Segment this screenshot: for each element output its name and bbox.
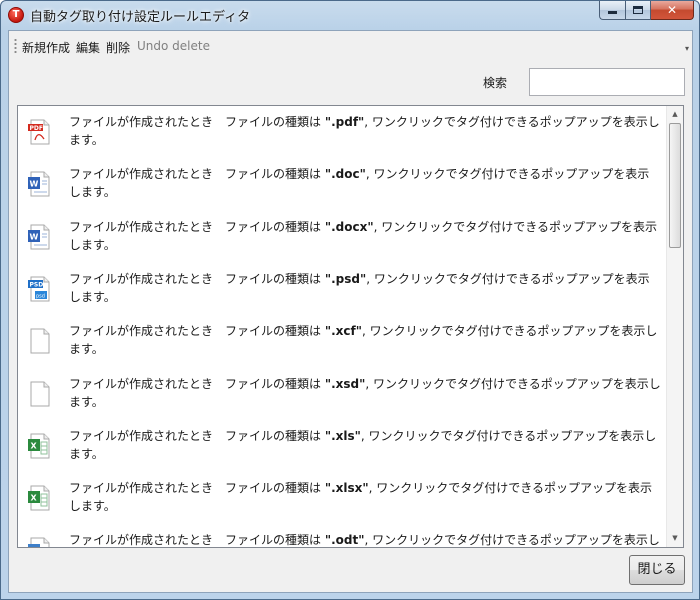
maximize-button[interactable] [625,1,651,20]
rule-condition-text: ファイルが作成されたとき ファイルの種類は [69,481,325,496]
rule-list-item[interactable]: PDF ファイルが作成されたとき ファイルの種類は ".pdf", ワンクリック… [18,110,666,162]
rule-extension: ".xcf" [324,324,362,339]
svg-text:psd: psd [36,293,45,299]
rule-list-item[interactable]: X ファイルが作成されたとき ファイルの種類は ".xlsx", ワンクリックで… [18,476,666,528]
edit-button[interactable]: 編集 [76,39,100,56]
toolbar: 新規作成 編集 削除 Undo delete ▾ [9,31,692,59]
close-icon: ✕ [666,3,678,17]
undo-delete-button[interactable]: Undo delete [137,39,210,53]
svg-text:W: W [30,232,39,241]
blank-file-icon [28,381,52,407]
svg-text:X: X [31,494,38,503]
window-controls: ✕ [599,1,694,21]
rule-list-item[interactable]: ファイルが作成されたとき ファイルの種類は ".xsd", ワンクリックでタグ付… [18,372,666,424]
maximize-icon [633,6,643,14]
window-title: 自動タグ取り付け設定ルールエディタ [30,10,251,25]
photoshop-psd-icon: PSD psd [28,276,52,302]
toolbar-overflow-icon[interactable]: ▾ [685,45,689,53]
rule-condition-text: ファイルが作成されたとき ファイルの種類は [69,324,325,339]
odt-file-icon [28,537,52,547]
scroll-thumb[interactable] [669,123,681,248]
rule-condition-text: ファイルが作成されたとき ファイルの種類は [69,219,325,234]
pdf-file-icon: PDF [28,119,52,145]
svg-text:PDF: PDF [30,125,43,132]
rule-description: ファイルが作成されたとき ファイルの種類は ".psd", ワンクリックでタグ付… [69,270,661,306]
vertical-scrollbar[interactable]: ▲ ▼ [666,106,683,547]
rule-description: ファイルが作成されたとき ファイルの種類は ".xcf", ワンクリックでタグ付… [69,322,661,358]
rule-extension: ".xsd" [324,376,366,391]
search-label: 検索 [483,76,508,90]
rule-list-item[interactable]: ファイルが作成されたとき ファイルの種類は ".odt", ワンクリックでタグ付… [18,528,666,548]
rule-condition-text: ファイルが作成されたとき ファイルの種類は [69,428,325,443]
scroll-up-icon[interactable]: ▲ [667,106,683,123]
rule-extension: ".doc" [324,167,366,182]
scroll-down-icon[interactable]: ▼ [667,530,683,547]
rule-description: ファイルが作成されたとき ファイルの種類は ".xlsx", ワンクリックでタグ… [69,479,661,515]
rule-condition-text: ファイルが作成されたとき ファイルの種類は [69,376,325,391]
search-input[interactable] [529,68,685,96]
rule-extension: ".docx" [324,219,374,234]
rule-description: ファイルが作成されたとき ファイルの種類は ".doc", ワンクリックでタグ付… [69,165,661,201]
rule-extension: ".xls" [324,428,361,443]
rule-description: ファイルが作成されたとき ファイルの種類は ".xls", ワンクリックでタグ付… [69,427,661,463]
title-bar[interactable]: T 自動タグ取り付け設定ルールエディタ ✕ [1,1,699,29]
word-doc-icon: W [28,171,52,197]
rule-list-item[interactable]: W ファイルが作成されたとき ファイルの種類は ".docx", ワンクリックで… [18,215,666,267]
rule-condition-text: ファイルが作成されたとき ファイルの種類は [69,115,325,129]
app-window: T 自動タグ取り付け設定ルールエディタ ✕ 新規作成 編集 削除 Undo de… [0,0,700,600]
rule-extension: ".psd" [324,271,367,286]
svg-text:X: X [31,441,38,450]
blank-file-icon [28,328,52,354]
rule-list[interactable]: PDF ファイルが作成されたとき ファイルの種類は ".pdf", ワンクリック… [17,105,684,548]
svg-text:PSD: PSD [30,281,44,288]
rule-description: ファイルが作成されたとき ファイルの種類は ".docx", ワンクリックでタグ… [69,218,661,254]
svg-text:W: W [30,180,39,189]
rule-extension: ".pdf" [324,115,365,129]
excel-xlsx-icon: X [28,485,52,511]
close-window-button[interactable]: ✕ [651,1,694,20]
delete-button[interactable]: 削除 [106,39,130,56]
rule-condition-text: ファイルが作成されたとき ファイルの種類は [69,533,325,548]
minimize-icon [608,11,617,14]
rule-description: ファイルが作成されたとき ファイルの種類は ".odt", ワンクリックでタグ付… [69,531,661,548]
new-button[interactable]: 新規作成 [22,39,70,56]
excel-xls-icon: X [28,433,52,459]
rule-list-item[interactable]: W ファイルが作成されたとき ファイルの種類は ".doc", ワンクリックでタ… [18,162,666,214]
rule-list-item[interactable]: X ファイルが作成されたとき ファイルの種類は ".xls", ワンクリックでタ… [18,424,666,476]
rule-list-item[interactable]: ファイルが作成されたとき ファイルの種類は ".xcf", ワンクリックでタグ付… [18,319,666,371]
rule-extension: ".xlsx" [324,481,369,496]
rule-condition-text: ファイルが作成されたとき ファイルの種類は [69,271,325,286]
rule-description: ファイルが作成されたとき ファイルの種類は ".xsd", ワンクリックでタグ付… [69,375,661,411]
app-logo-icon: T [8,7,24,23]
word-docx-icon: W [28,224,52,250]
rule-condition-text: ファイルが作成されたとき ファイルの種類は [69,167,325,182]
rule-description: ファイルが作成されたとき ファイルの種類は ".pdf", ワンクリックでタグ付… [69,113,661,149]
dialog-client-area: 新規作成 編集 削除 Undo delete ▾ 検索 PDF ファイルが作成さ… [8,30,693,593]
minimize-button[interactable] [599,1,625,20]
rule-list-item[interactable]: PSD psd ファイルが作成されたとき ファイルの種類は ".psd", ワンク… [18,267,666,319]
rule-extension: ".odt" [324,533,365,548]
toolbar-grip-icon[interactable] [14,38,17,53]
close-button[interactable]: 閉じる [629,555,685,585]
